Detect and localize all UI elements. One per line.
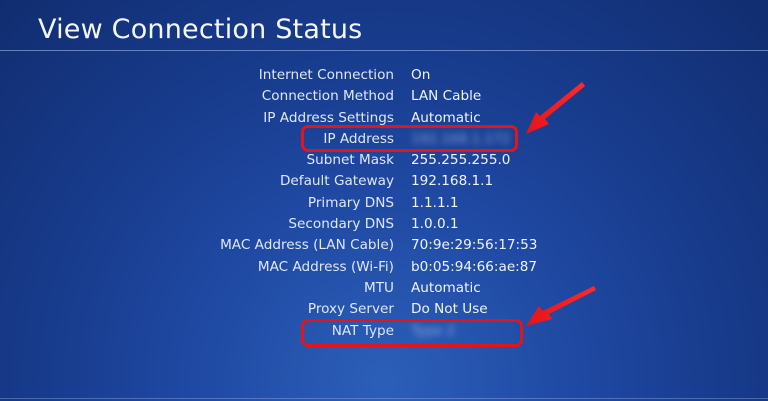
status-row-mtu: MTU Automatic xyxy=(0,278,768,299)
row-value: Automatic xyxy=(411,279,481,296)
row-value: 1.1.1.1 xyxy=(411,194,459,211)
status-row-default-gateway: Default Gateway 192.168.1.1 xyxy=(0,171,768,192)
row-value: 70:9e:29:56:17:53 xyxy=(411,237,538,254)
status-row-secondary-dns: Secondary DNS 1.0.0.1 xyxy=(0,214,768,235)
status-row-proxy-server: Proxy Server Do Not Use xyxy=(0,299,768,320)
status-row-primary-dns: Primary DNS 1.1.1.1 xyxy=(0,193,768,214)
nat-type-highlight-box xyxy=(301,319,523,347)
title-divider xyxy=(0,50,768,51)
row-value: LAN Cable xyxy=(411,88,482,105)
row-label: MAC Address (LAN Cable) xyxy=(220,237,394,254)
bottom-divider xyxy=(0,398,768,399)
row-label: Connection Method xyxy=(261,88,394,105)
row-label: Default Gateway xyxy=(279,173,394,190)
status-row-subnet-mask: Subnet Mask 255.255.255.0 xyxy=(0,150,768,171)
ip-address-highlight-box xyxy=(301,125,518,152)
row-value: Do Not Use xyxy=(411,301,488,318)
row-label: Secondary DNS xyxy=(288,216,394,233)
status-row-mac-wifi: MAC Address (Wi-Fi) b0:05:94:66:ae:87 xyxy=(0,257,768,278)
row-value: On xyxy=(411,67,431,83)
status-row-connection-method: Connection Method LAN Cable xyxy=(0,86,768,107)
row-value: 1.0.0.1 xyxy=(411,216,459,233)
row-label: MTU xyxy=(364,279,394,296)
row-label: Internet Connection xyxy=(258,67,394,83)
connection-status-list: Internet Connection On Connection Method… xyxy=(0,65,768,342)
page-title: View Connection Status xyxy=(38,14,363,45)
status-row-internet-connection: Internet Connection On xyxy=(0,65,768,86)
row-label: Proxy Server xyxy=(307,301,394,318)
row-value: 255.255.255.0 xyxy=(411,152,511,169)
row-value: b0:05:94:66:ae:87 xyxy=(411,258,538,275)
row-label: Subnet Mask xyxy=(306,152,394,169)
row-value: 192.168.1.1 xyxy=(411,173,494,190)
status-row-mac-lan: MAC Address (LAN Cable) 70:9e:29:56:17:5… xyxy=(0,235,768,256)
row-label: Primary DNS xyxy=(307,194,394,211)
row-label: MAC Address (Wi-Fi) xyxy=(257,258,394,275)
